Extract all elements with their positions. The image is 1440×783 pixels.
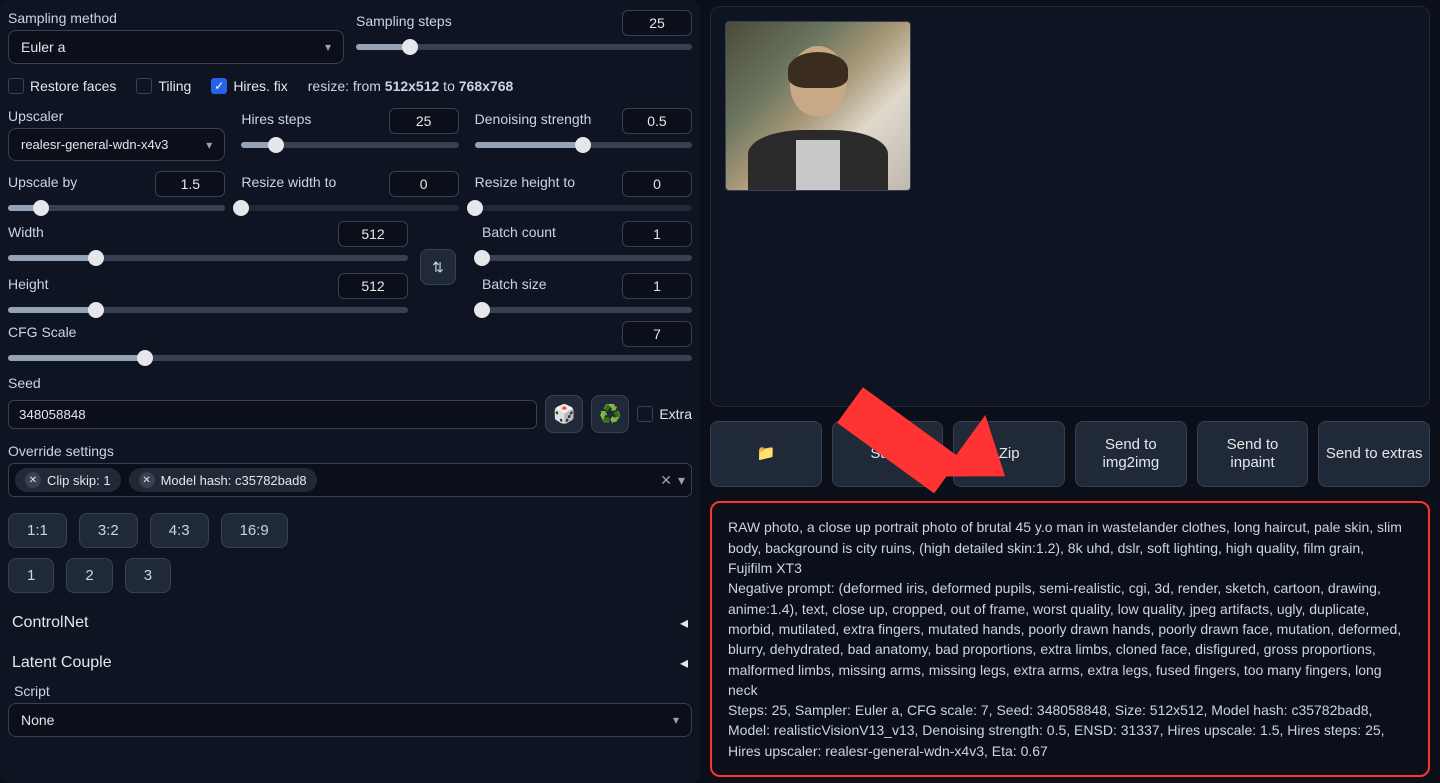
resize-info: resize: from 512x512 to 768x768 — [308, 78, 514, 94]
ratio-3-2-button[interactable]: 3:2 — [79, 513, 138, 548]
script-label: Script — [14, 683, 692, 699]
upscaler-label: Upscaler — [8, 108, 225, 124]
batch-size-label: Batch size — [482, 276, 547, 292]
sampling-method-dropdown[interactable]: Euler a ▾ — [8, 30, 344, 64]
override-tag[interactable]: ✕Clip skip: 1 — [15, 468, 121, 492]
swap-dims-button[interactable]: ⇅ — [420, 249, 456, 285]
seed-label: Seed — [8, 375, 692, 391]
script-dropdown[interactable]: None ▾ — [8, 703, 692, 737]
info-prompt: RAW photo, a close up portrait photo of … — [728, 517, 1412, 578]
resize-h-label: Resize height to — [475, 174, 575, 190]
upscale-by-input[interactable] — [155, 171, 225, 197]
image-preview-container — [710, 6, 1430, 407]
width-input[interactable] — [338, 221, 408, 247]
override-settings-field[interactable]: ✕Clip skip: 1 ✕Model hash: c35782bad8 ✕ ▾ — [8, 463, 692, 497]
height-slider[interactable] — [8, 307, 408, 313]
width-label: Width — [8, 224, 44, 240]
preset-1-button[interactable]: 1 — [8, 558, 54, 593]
height-label: Height — [8, 276, 48, 292]
denoise-label: Denoising strength — [475, 111, 592, 127]
chevron-down-icon: ▾ — [325, 40, 331, 54]
send-inpaint-button[interactable]: Send to inpaint — [1197, 421, 1309, 487]
upscale-by-label: Upscale by — [8, 174, 77, 190]
extra-checkbox[interactable]: Extra — [637, 406, 692, 422]
remove-tag-icon[interactable]: ✕ — [139, 472, 155, 488]
resize-h-input[interactable] — [622, 171, 692, 197]
batch-count-input[interactable] — [622, 221, 692, 247]
open-folder-button[interactable]: 📁 — [710, 421, 822, 487]
dice-icon: 🎲 — [553, 404, 575, 425]
override-label: Override settings — [8, 443, 692, 459]
hires-steps-slider[interactable] — [241, 142, 458, 148]
cfg-slider[interactable] — [8, 355, 692, 361]
clear-all-icon[interactable]: ✕ — [660, 472, 672, 489]
recycle-icon: ♻️ — [599, 404, 621, 425]
height-input[interactable] — [338, 273, 408, 299]
batch-count-slider[interactable] — [482, 255, 692, 261]
denoise-slider[interactable] — [475, 142, 692, 148]
batch-count-label: Batch count — [482, 224, 556, 240]
generated-image[interactable] — [725, 21, 911, 191]
generation-info: RAW photo, a close up portrait photo of … — [710, 501, 1430, 777]
caret-left-icon: ◂ — [680, 653, 688, 673]
upscale-by-slider[interactable] — [8, 205, 225, 211]
ratio-1-1-button[interactable]: 1:1 — [8, 513, 67, 548]
batch-size-input[interactable] — [622, 273, 692, 299]
settings-panel: Sampling method Euler a ▾ Sampling steps… — [0, 0, 700, 783]
tiling-checkbox[interactable]: Tiling — [136, 78, 191, 94]
info-params: Steps: 25, Sampler: Euler a, CFG scale: … — [728, 700, 1412, 761]
reuse-seed-button[interactable]: ♻️ — [591, 395, 629, 433]
resize-w-label: Resize width to — [241, 174, 336, 190]
folder-icon: 📁 — [756, 445, 775, 463]
batch-size-slider[interactable] — [482, 307, 692, 313]
override-tag[interactable]: ✕Model hash: c35782bad8 — [129, 468, 317, 492]
ratio-4-3-button[interactable]: 4:3 — [150, 513, 209, 548]
hires-steps-input[interactable] — [389, 108, 459, 134]
sampling-steps-label: Sampling steps — [356, 13, 452, 29]
send-extras-button[interactable]: Send to extras — [1318, 421, 1430, 487]
latent-couple-accordion[interactable]: Latent Couple◂ — [8, 643, 692, 683]
hires-fix-checkbox[interactable]: ✓Hires. fix — [211, 78, 287, 94]
sampling-steps-slider[interactable] — [356, 44, 692, 50]
width-slider[interactable] — [8, 255, 408, 261]
random-seed-button[interactable]: 🎲 — [545, 395, 583, 433]
hires-steps-label: Hires steps — [241, 111, 311, 127]
cfg-label: CFG Scale — [8, 324, 76, 340]
preset-2-button[interactable]: 2 — [66, 558, 112, 593]
resize-w-slider[interactable] — [241, 205, 458, 211]
output-panel: 📁 Save Zip Send to img2img Send to inpai… — [700, 0, 1440, 783]
remove-tag-icon[interactable]: ✕ — [25, 472, 41, 488]
sampling-method-label: Sampling method — [8, 10, 344, 26]
sampling-method-value: Euler a — [21, 39, 65, 55]
chevron-down-icon: ▾ — [673, 713, 679, 727]
chevron-down-icon[interactable]: ▾ — [678, 472, 685, 489]
chevron-down-icon: ▾ — [206, 138, 212, 152]
caret-left-icon: ◂ — [680, 613, 688, 633]
seed-input[interactable] — [8, 400, 537, 429]
sampling-steps-input[interactable] — [622, 10, 692, 36]
cfg-input[interactable] — [622, 321, 692, 347]
resize-w-input[interactable] — [389, 171, 459, 197]
denoise-input[interactable] — [622, 108, 692, 134]
resize-h-slider[interactable] — [475, 205, 692, 211]
restore-faces-checkbox[interactable]: Restore faces — [8, 78, 116, 94]
send-img2img-button[interactable]: Send to img2img — [1075, 421, 1187, 487]
upscaler-dropdown[interactable]: realesr-general-wdn-x4v3 ▾ — [8, 128, 225, 161]
ratio-16-9-button[interactable]: 16:9 — [221, 513, 288, 548]
info-negative: Negative prompt: (deformed iris, deforme… — [728, 578, 1412, 700]
preset-3-button[interactable]: 3 — [125, 558, 171, 593]
controlnet-accordion[interactable]: ControlNet◂ — [8, 603, 692, 643]
